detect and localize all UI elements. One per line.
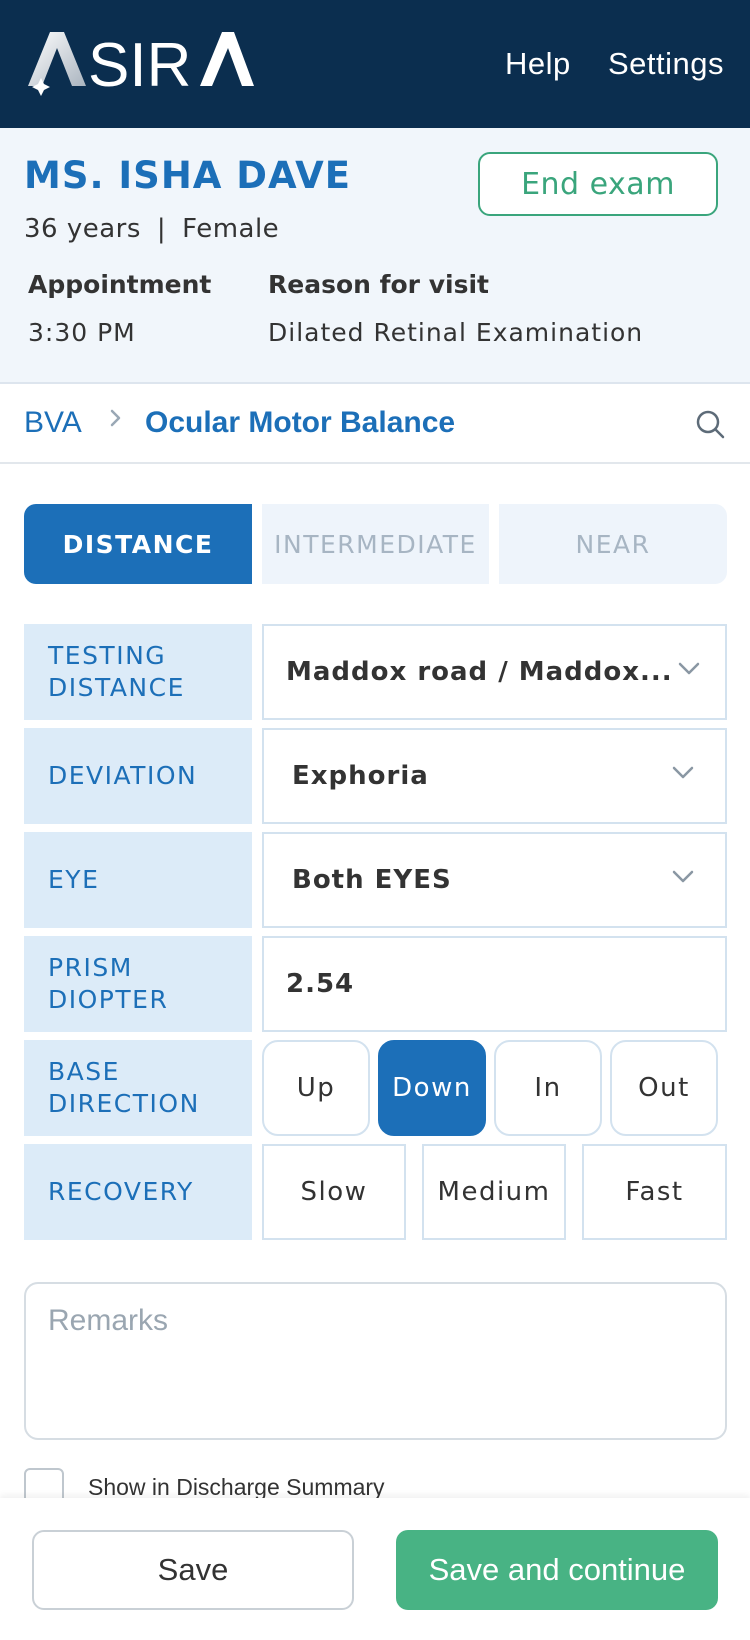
testing-distance-value: Maddox road / Maddox... <box>286 657 673 687</box>
patient-card: MS. ISHA DAVE 36 years | Female End exam A… <box>0 128 750 384</box>
appointment-label: Appointment <box>28 270 212 299</box>
eye-select[interactable]: Both EYES <box>262 832 727 928</box>
asira-logo[interactable]: SIR <box>24 26 254 98</box>
help-link[interactable]: Help <box>505 46 571 82</box>
app-screen: SIR Help Settings MS. ISHA DAVE 36 years… <box>0 0 750 1640</box>
chevron-down-icon <box>678 662 700 675</box>
breadcrumb-current: Ocular Motor Balance <box>145 406 456 439</box>
reason-label: Reason for visit <box>268 270 489 299</box>
patient-gender: Female <box>182 214 280 244</box>
base-out-option[interactable]: Out <box>610 1040 718 1136</box>
reason-value: Dilated Retinal Examination <box>268 318 644 347</box>
breadcrumb-parent[interactable]: BVA <box>24 406 82 440</box>
deviation-value: Exphoria <box>292 761 429 791</box>
chevron-down-icon <box>672 870 694 883</box>
base-in-option[interactable]: In <box>494 1040 602 1136</box>
save-and-continue-button[interactable]: Save and continue <box>396 1530 718 1610</box>
appointment-time: 3:30 PM <box>28 318 136 347</box>
testing-distance-label: TESTING DISTANCE <box>24 624 252 720</box>
save-button[interactable]: Save <box>32 1530 354 1610</box>
prism-diopter-value: 2.54 <box>286 969 355 999</box>
base-up-option[interactable]: Up <box>262 1040 370 1136</box>
end-exam-button[interactable]: End exam <box>478 152 718 216</box>
footer-bar: Save Save and continue <box>0 1498 750 1640</box>
recovery-fast-option[interactable]: Fast <box>582 1144 727 1240</box>
recovery-medium-option[interactable]: Medium <box>422 1144 566 1240</box>
recovery-label: RECOVERY <box>24 1144 252 1240</box>
label-line: EYE <box>48 865 100 894</box>
search-icon[interactable] <box>694 408 726 440</box>
tab-distance[interactable]: DISTANCE <box>24 504 252 584</box>
breadcrumb: BVA Ocular Motor Balance <box>0 384 750 464</box>
label-line: DEVIATION <box>48 761 198 790</box>
prism-diopter-input[interactable]: 2.54 <box>262 936 727 1032</box>
label-line: DISTANCE <box>48 673 185 702</box>
testing-distance-select[interactable]: Maddox road / Maddox... <box>262 624 727 720</box>
deviation-label: DEVIATION <box>24 728 252 824</box>
deviation-select[interactable]: Exphoria <box>262 728 727 824</box>
patient-name: MS. ISHA DAVE <box>24 154 352 197</box>
label-line: DIRECTION <box>48 1089 200 1118</box>
chevron-down-icon <box>672 766 694 779</box>
top-bar: SIR Help Settings <box>0 0 750 128</box>
label-line: PRISM <box>48 953 133 982</box>
patient-meta: 36 years | Female <box>24 214 279 244</box>
settings-link[interactable]: Settings <box>608 46 724 82</box>
label-line: BASE <box>48 1057 120 1086</box>
patient-age: 36 years <box>24 214 141 244</box>
label-line: RECOVERY <box>48 1177 194 1206</box>
label-line: TESTING <box>48 641 167 670</box>
discharge-summary-label[interactable]: Show in Discharge Summary <box>88 1474 385 1501</box>
eye-label: EYE <box>24 832 252 928</box>
label-line: DIOPTER <box>48 985 169 1014</box>
remarks-textarea[interactable]: Remarks <box>24 1282 727 1440</box>
tab-near[interactable]: NEAR <box>499 504 727 584</box>
svg-text:SIR: SIR <box>88 31 191 98</box>
chevron-right-icon <box>110 409 121 427</box>
recovery-slow-option[interactable]: Slow <box>262 1144 406 1240</box>
meta-separator: | <box>156 214 167 244</box>
tab-intermediate[interactable]: INTERMEDIATE <box>262 504 489 584</box>
prism-diopter-label: PRISM DIOPTER <box>24 936 252 1032</box>
base-down-option[interactable]: Down <box>378 1040 486 1136</box>
eye-value: Both EYES <box>292 865 452 895</box>
base-direction-label: BASE DIRECTION <box>24 1040 252 1136</box>
